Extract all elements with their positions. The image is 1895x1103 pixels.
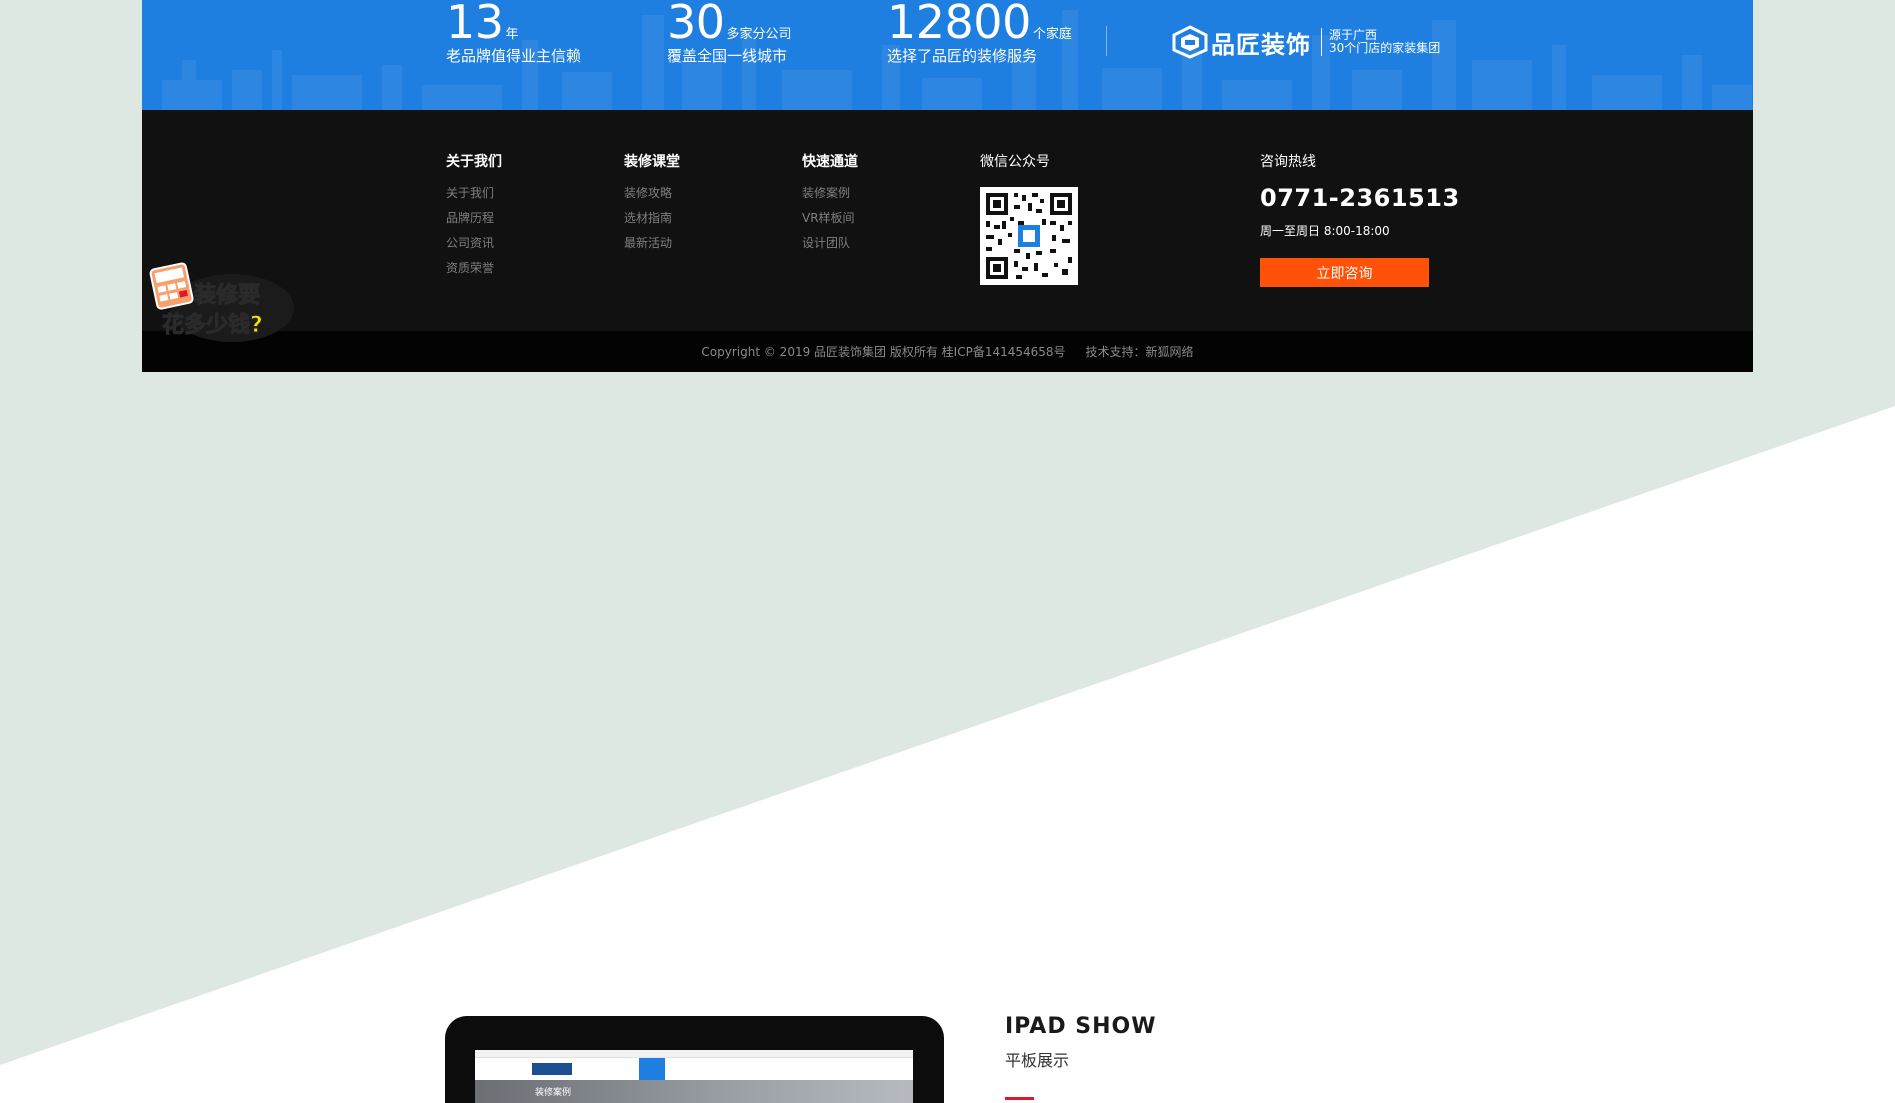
consult-button[interactable]: 立即咨询 <box>1260 258 1429 287</box>
stat-desc: 选择了品匠的装修服务 <box>887 47 1038 65</box>
footer-link[interactable]: 品牌历程 <box>446 211 502 226</box>
footer-link[interactable]: 关于我们 <box>446 186 502 201</box>
footer-link[interactable]: 装修攻略 <box>624 186 680 201</box>
brand-name: 品匠装饰 <box>1211 30 1311 59</box>
copyright-bar: Copyright © 2019 品匠装饰集团 版权所有 桂ICP备141454… <box>142 331 1753 372</box>
hotline-hours: 周一至周日 8:00-18:00 <box>1260 224 1390 238</box>
wechat-title: 微信公众号 <box>980 154 1050 170</box>
stats-band: 13 年 老品牌值得业主信赖 30 多家分公司 覆盖全国一线城市 12800 个家庭 … <box>142 0 1753 110</box>
ipad-frame: 装修案例 <box>445 1016 944 1103</box>
ipad-screen-nav-active <box>639 1058 665 1080</box>
footer-col-hotline: 咨询热线 0771-2361513 周一至周日 8:00-18:00 <box>1260 151 1460 239</box>
ipad-show-subtitle: 平板展示 <box>1005 1051 1070 1070</box>
ipad-screen-hero: 装修案例 <box>475 1080 913 1103</box>
price-calculator-badge[interactable]: 装修要 花多少钱? <box>148 258 294 344</box>
ipad-screen-topbar <box>475 1050 913 1058</box>
stat-families: 12800 个家庭 选择了品匠的装修服务 <box>887 0 1072 66</box>
footer-link[interactable]: 资质荣誉 <box>446 261 502 276</box>
ipad-screen: 装修案例 <box>475 1050 913 1103</box>
ipad-screen-logo <box>532 1063 572 1075</box>
brand-tagline-line2: 30个门店的家装集团 <box>1329 41 1441 55</box>
ipad-show-title: IPAD SHOW <box>1005 1014 1157 1039</box>
stats-divider <box>1106 26 1107 56</box>
site-footer: 关于我们 关于我们 品牌历程 公司资讯 资质荣誉 装修课堂 装修攻略 选材指南 … <box>142 110 1753 331</box>
stat-desc: 老品牌值得业主信赖 <box>446 47 582 65</box>
qr-code-icon <box>980 187 1078 285</box>
stat-unit: 多家分公司 <box>726 27 792 42</box>
footer-col-title: 装修课堂 <box>624 154 680 170</box>
stat-desc: 覆盖全国一线城市 <box>667 47 788 65</box>
stat-years: 13 年 老品牌值得业主信赖 <box>446 0 581 66</box>
stat-number: 12800 <box>887 0 1031 49</box>
badge-line2: 花多少钱? <box>162 312 263 338</box>
footer-link[interactable]: 公司资讯 <box>446 236 502 251</box>
hotline-title: 咨询热线 <box>1260 154 1316 170</box>
ipad-show-accent-bar <box>1005 1097 1034 1100</box>
footer-link[interactable]: 装修案例 <box>802 186 858 201</box>
ipad-screen-heading: 装修案例 <box>535 1088 572 1098</box>
footer-col-title: 关于我们 <box>446 154 502 170</box>
brand-tagline: 源于广西 30个门店的家装集团 <box>1329 29 1440 55</box>
footer-col-about: 关于我们 关于我们 品牌历程 公司资讯 资质荣誉 <box>446 151 502 286</box>
footer-link[interactable]: VR样板间 <box>802 211 858 226</box>
footer-col-title: 快速通道 <box>802 154 858 170</box>
stat-number: 13 <box>446 0 504 49</box>
footer-link[interactable]: 设计团队 <box>802 236 858 251</box>
pinjiang-logo-icon <box>1172 25 1208 59</box>
brand-separator <box>1321 28 1322 56</box>
stat-unit: 个家庭 <box>1032 27 1072 42</box>
hotline-number: 0771-2361513 <box>1260 184 1460 212</box>
footer-link[interactable]: 选材指南 <box>624 211 680 226</box>
badge-line1: 装修要 <box>194 282 260 308</box>
stat-number: 30 <box>667 0 725 49</box>
footer-col-wechat: 微信公众号 <box>980 151 1050 186</box>
ipad-screen-nav <box>475 1058 913 1080</box>
footer-col-classroom: 装修课堂 装修攻略 选材指南 最新活动 <box>624 151 680 261</box>
stat-branches: 30 多家分公司 覆盖全国一线城市 <box>667 0 792 66</box>
tech-support-link[interactable]: 技术支持：新狐网络 <box>1086 343 1194 360</box>
copyright-text: Copyright © 2019 品匠装饰集团 版权所有 桂ICP备141454… <box>701 345 1066 359</box>
footer-link[interactable]: 最新活动 <box>624 236 680 251</box>
footer-col-quick: 快速通道 装修案例 VR样板间 设计团队 <box>802 151 858 261</box>
stat-unit: 年 <box>505 27 519 42</box>
brand-block: 品匠装饰 源于广西 30个门店的家装集团 <box>1171 20 1440 64</box>
